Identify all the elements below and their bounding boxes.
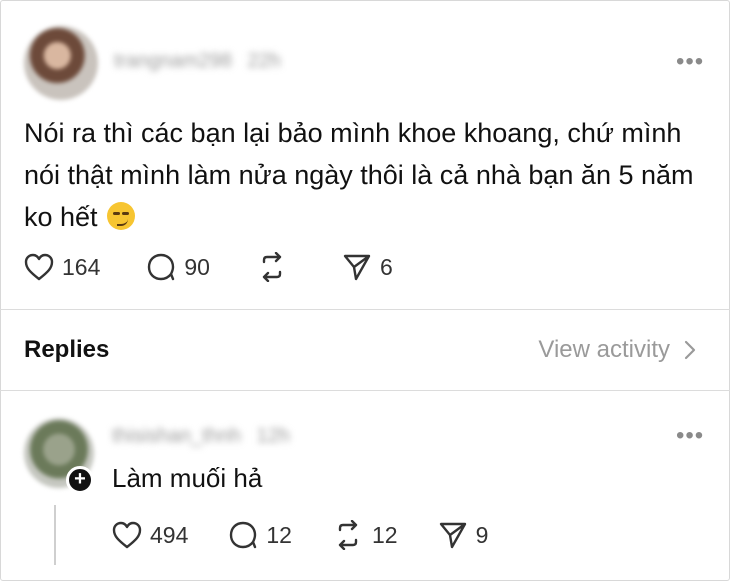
like-button[interactable]: 164 <box>24 253 100 281</box>
post-body: Nói ra thì các bạn lại bảo mình khoe kho… <box>24 112 714 238</box>
share-count: 6 <box>379 253 393 280</box>
reply-comment-button[interactable]: 12 <box>228 520 292 550</box>
reply-text: Làm muối hả <box>112 463 263 493</box>
post-actions: 164 90 6 <box>24 252 439 282</box>
smirk-emoji-icon <box>107 202 136 230</box>
post-time: 22h <box>247 50 281 72</box>
replies-heading: Replies <box>24 336 110 363</box>
heart-icon <box>24 253 54 281</box>
thread-line <box>54 505 56 565</box>
avatar[interactable] <box>24 26 98 100</box>
heart-icon <box>112 521 142 549</box>
send-icon <box>343 254 371 281</box>
comment-icon <box>148 253 175 281</box>
follow-plus-icon[interactable]: + <box>66 466 94 494</box>
chevron-right-icon <box>684 340 696 360</box>
reply-actions: 494 12 12 9 <box>112 520 488 550</box>
view-activity-label: View activity <box>538 336 670 363</box>
reply-more-options-icon[interactable]: ••• <box>676 422 704 450</box>
reply-time: 12h <box>256 425 290 447</box>
share-button[interactable]: 6 <box>342 252 393 282</box>
author-name[interactable]: trangnam298 <box>114 50 232 72</box>
author-name-blurred[interactable]: trangnam298 22h <box>114 50 281 73</box>
reply-author-name[interactable]: thisishan_thnh <box>112 425 241 447</box>
reply-share-button[interactable]: 9 <box>438 520 489 550</box>
reply-like-count: 494 <box>150 521 189 548</box>
comment-button[interactable]: 90 <box>146 252 210 282</box>
reply-repost-button[interactable]: 12 <box>332 520 398 550</box>
comment-count: 90 <box>184 253 210 280</box>
like-count: 164 <box>62 253 101 280</box>
reply-repost-count: 12 <box>371 521 398 548</box>
view-activity-link[interactable]: View activity <box>538 336 700 364</box>
divider <box>0 309 730 310</box>
reply-like-button[interactable]: 494 <box>112 521 188 549</box>
repost-icon <box>338 520 358 550</box>
repost-button[interactable] <box>256 252 296 282</box>
comment-icon <box>230 521 257 549</box>
reply-share-count: 9 <box>475 521 489 548</box>
divider <box>0 390 730 391</box>
reply-comment-count: 12 <box>266 521 292 548</box>
repost-icon <box>262 252 282 282</box>
screenshot-frame <box>0 0 730 581</box>
send-icon <box>439 522 466 549</box>
more-options-icon[interactable]: ••• <box>676 48 704 76</box>
reply-author-blurred[interactable]: thisishan_thnh 12h <box>112 425 290 448</box>
